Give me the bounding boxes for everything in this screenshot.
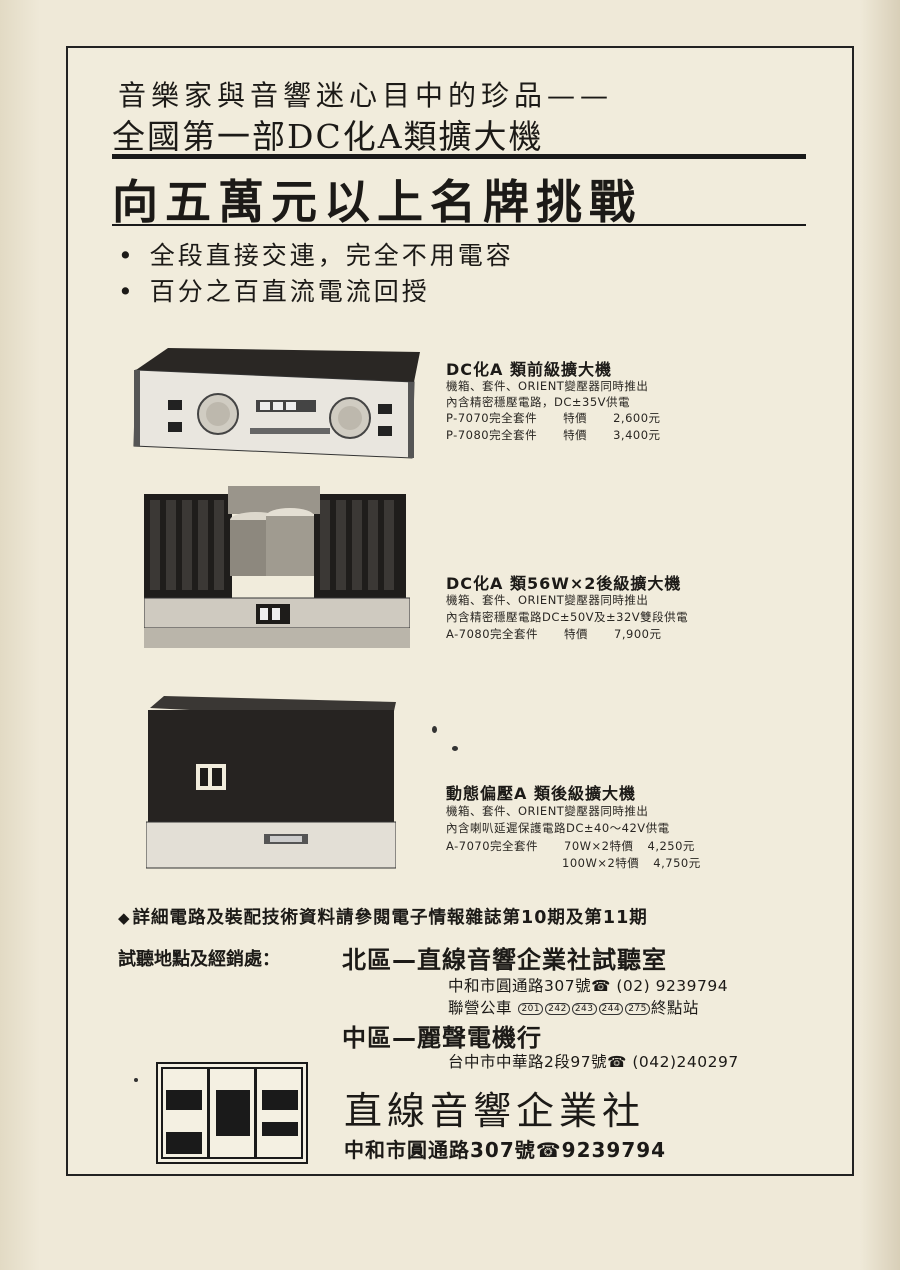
price-label: 特價 <box>564 627 589 641</box>
subtitle: 全國第一部DC化A類擴大機 <box>112 117 544 156</box>
header-rule-bottom <box>112 224 806 226</box>
bus-route: 242 <box>545 1003 570 1015</box>
print-speck <box>452 746 458 751</box>
price-value: 2,600元 <box>613 411 661 425</box>
notice-text: 詳細電路及裝配技術資料請參閱電子情報雜誌第10期及第11期 <box>132 908 648 928</box>
phone-icon: ☎ <box>591 977 611 995</box>
central-phone: (042)240297 <box>632 1053 739 1071</box>
price-model: A-7070完全套件 <box>446 839 539 853</box>
product-desc: 內含喇叭延遲保護電路DC±40～42V供電 <box>446 821 670 835</box>
feature-item: • 全段直接交連，完全不用電容 <box>118 236 514 272</box>
dynamic-bias-amp-photo <box>146 696 396 869</box>
bus-route: 275 <box>625 1003 650 1015</box>
central-address: 台中市中華路2段97號 <box>448 1053 608 1071</box>
product-desc: 內含精密穩壓電路，DC±35V供電 <box>446 395 631 409</box>
price-row: 100W×2特價 4,750元 <box>562 855 701 871</box>
product-desc: 機箱、套件、ORIENT變壓器同時推出 <box>446 593 649 607</box>
bus-prefix: 聯營公車 <box>448 999 513 1017</box>
bullet-icon: • <box>118 241 136 270</box>
diamond-icon: ◆ <box>118 909 131 927</box>
price-label: 100W×2特價 <box>562 856 640 870</box>
price-value: 3,400元 <box>613 428 661 442</box>
phone-icon: ☎ <box>535 1138 562 1162</box>
price-row: A-7080完全套件 特價 7,900元 <box>446 626 661 642</box>
price-row: P-7080完全套件 特價 3,400元 <box>446 427 661 443</box>
locations-label: 試聽地點及經銷處： <box>118 949 280 970</box>
power-amp-photo <box>144 486 410 648</box>
company-address: 中和市圓通路307號 <box>344 1138 536 1162</box>
company-phone: 9239794 <box>561 1138 667 1162</box>
company-name: 直線音響企業社 <box>344 1089 646 1133</box>
north-address-line: 中和市圓通路307號☎ (02) 9239794 <box>448 974 728 996</box>
feature-text: 百分之百直流電流回授 <box>149 277 430 306</box>
header-rule-top <box>112 154 806 159</box>
reference-notice: ◆ 詳細電路及裝配技術資料請參閱電子情報雜誌第10期及第11期 <box>118 904 648 929</box>
price-label: 特價 <box>563 411 588 425</box>
central-dealer-name: 中區—麗聲電機行 <box>342 1024 542 1052</box>
product-desc: 內含精密穩壓電路DC±50V及±32V雙段供電 <box>446 610 689 624</box>
company-address-line: 中和市圓通路307號☎9239794 <box>344 1134 666 1163</box>
price-label: 特價 <box>563 428 588 442</box>
tagline: 音樂家與音響迷心目中的珍品—— <box>118 79 614 112</box>
north-dealer-name: 北區—直線音響企業社試聽室 <box>342 946 667 974</box>
headline: 向五萬元以上名牌挑戰 <box>112 175 642 229</box>
north-address: 中和市圓通路307號 <box>448 977 592 995</box>
bus-route: 243 <box>571 1003 597 1015</box>
price-model: A-7080完全套件 <box>446 627 539 641</box>
product-title: DC化A 類前級擴大機 <box>446 360 612 379</box>
price-label: 70W×2特價 <box>564 839 634 853</box>
price-row: A-7070完全套件 70W×2特價 4,250元 <box>446 838 695 854</box>
bus-route: 244 <box>598 1003 624 1015</box>
bus-route: 201 <box>518 1003 544 1015</box>
company-logo <box>156 1062 308 1164</box>
feature-text: 全段直接交連，完全不用電容 <box>149 241 514 270</box>
phone-icon: ☎ <box>607 1053 627 1071</box>
price-model: P-7080完全套件 <box>446 428 538 442</box>
preamp-photo <box>133 348 420 459</box>
product-desc: 機箱、套件、ORIENT變壓器同時推出 <box>446 379 649 393</box>
print-speck <box>432 726 437 733</box>
product-title: DC化A 類56W×2後級擴大機 <box>446 574 682 593</box>
price-value: 4,250元 <box>647 839 695 853</box>
price-value: 4,750元 <box>653 856 701 870</box>
price-value: 7,900元 <box>614 627 662 641</box>
north-phone: (02) 9239794 <box>616 977 729 995</box>
logo-mark-icon <box>161 1067 303 1159</box>
bus-info: 聯營公車 201 242 243 244 275 終點站 <box>448 996 699 1018</box>
print-speck <box>134 1078 138 1082</box>
bus-suffix: 終點站 <box>650 999 699 1017</box>
product-title: 動態偏壓A 類後級擴大機 <box>446 784 636 803</box>
price-model: P-7070完全套件 <box>446 411 538 425</box>
feature-item: • 百分之百直流電流回授 <box>118 272 430 308</box>
bullet-icon: • <box>118 277 136 306</box>
price-row: P-7070完全套件 特價 2,600元 <box>446 410 661 426</box>
product-desc: 機箱、套件、ORIENT變壓器同時推出 <box>446 804 649 818</box>
central-address-line: 台中市中華路2段97號☎ (042)240297 <box>448 1050 739 1072</box>
